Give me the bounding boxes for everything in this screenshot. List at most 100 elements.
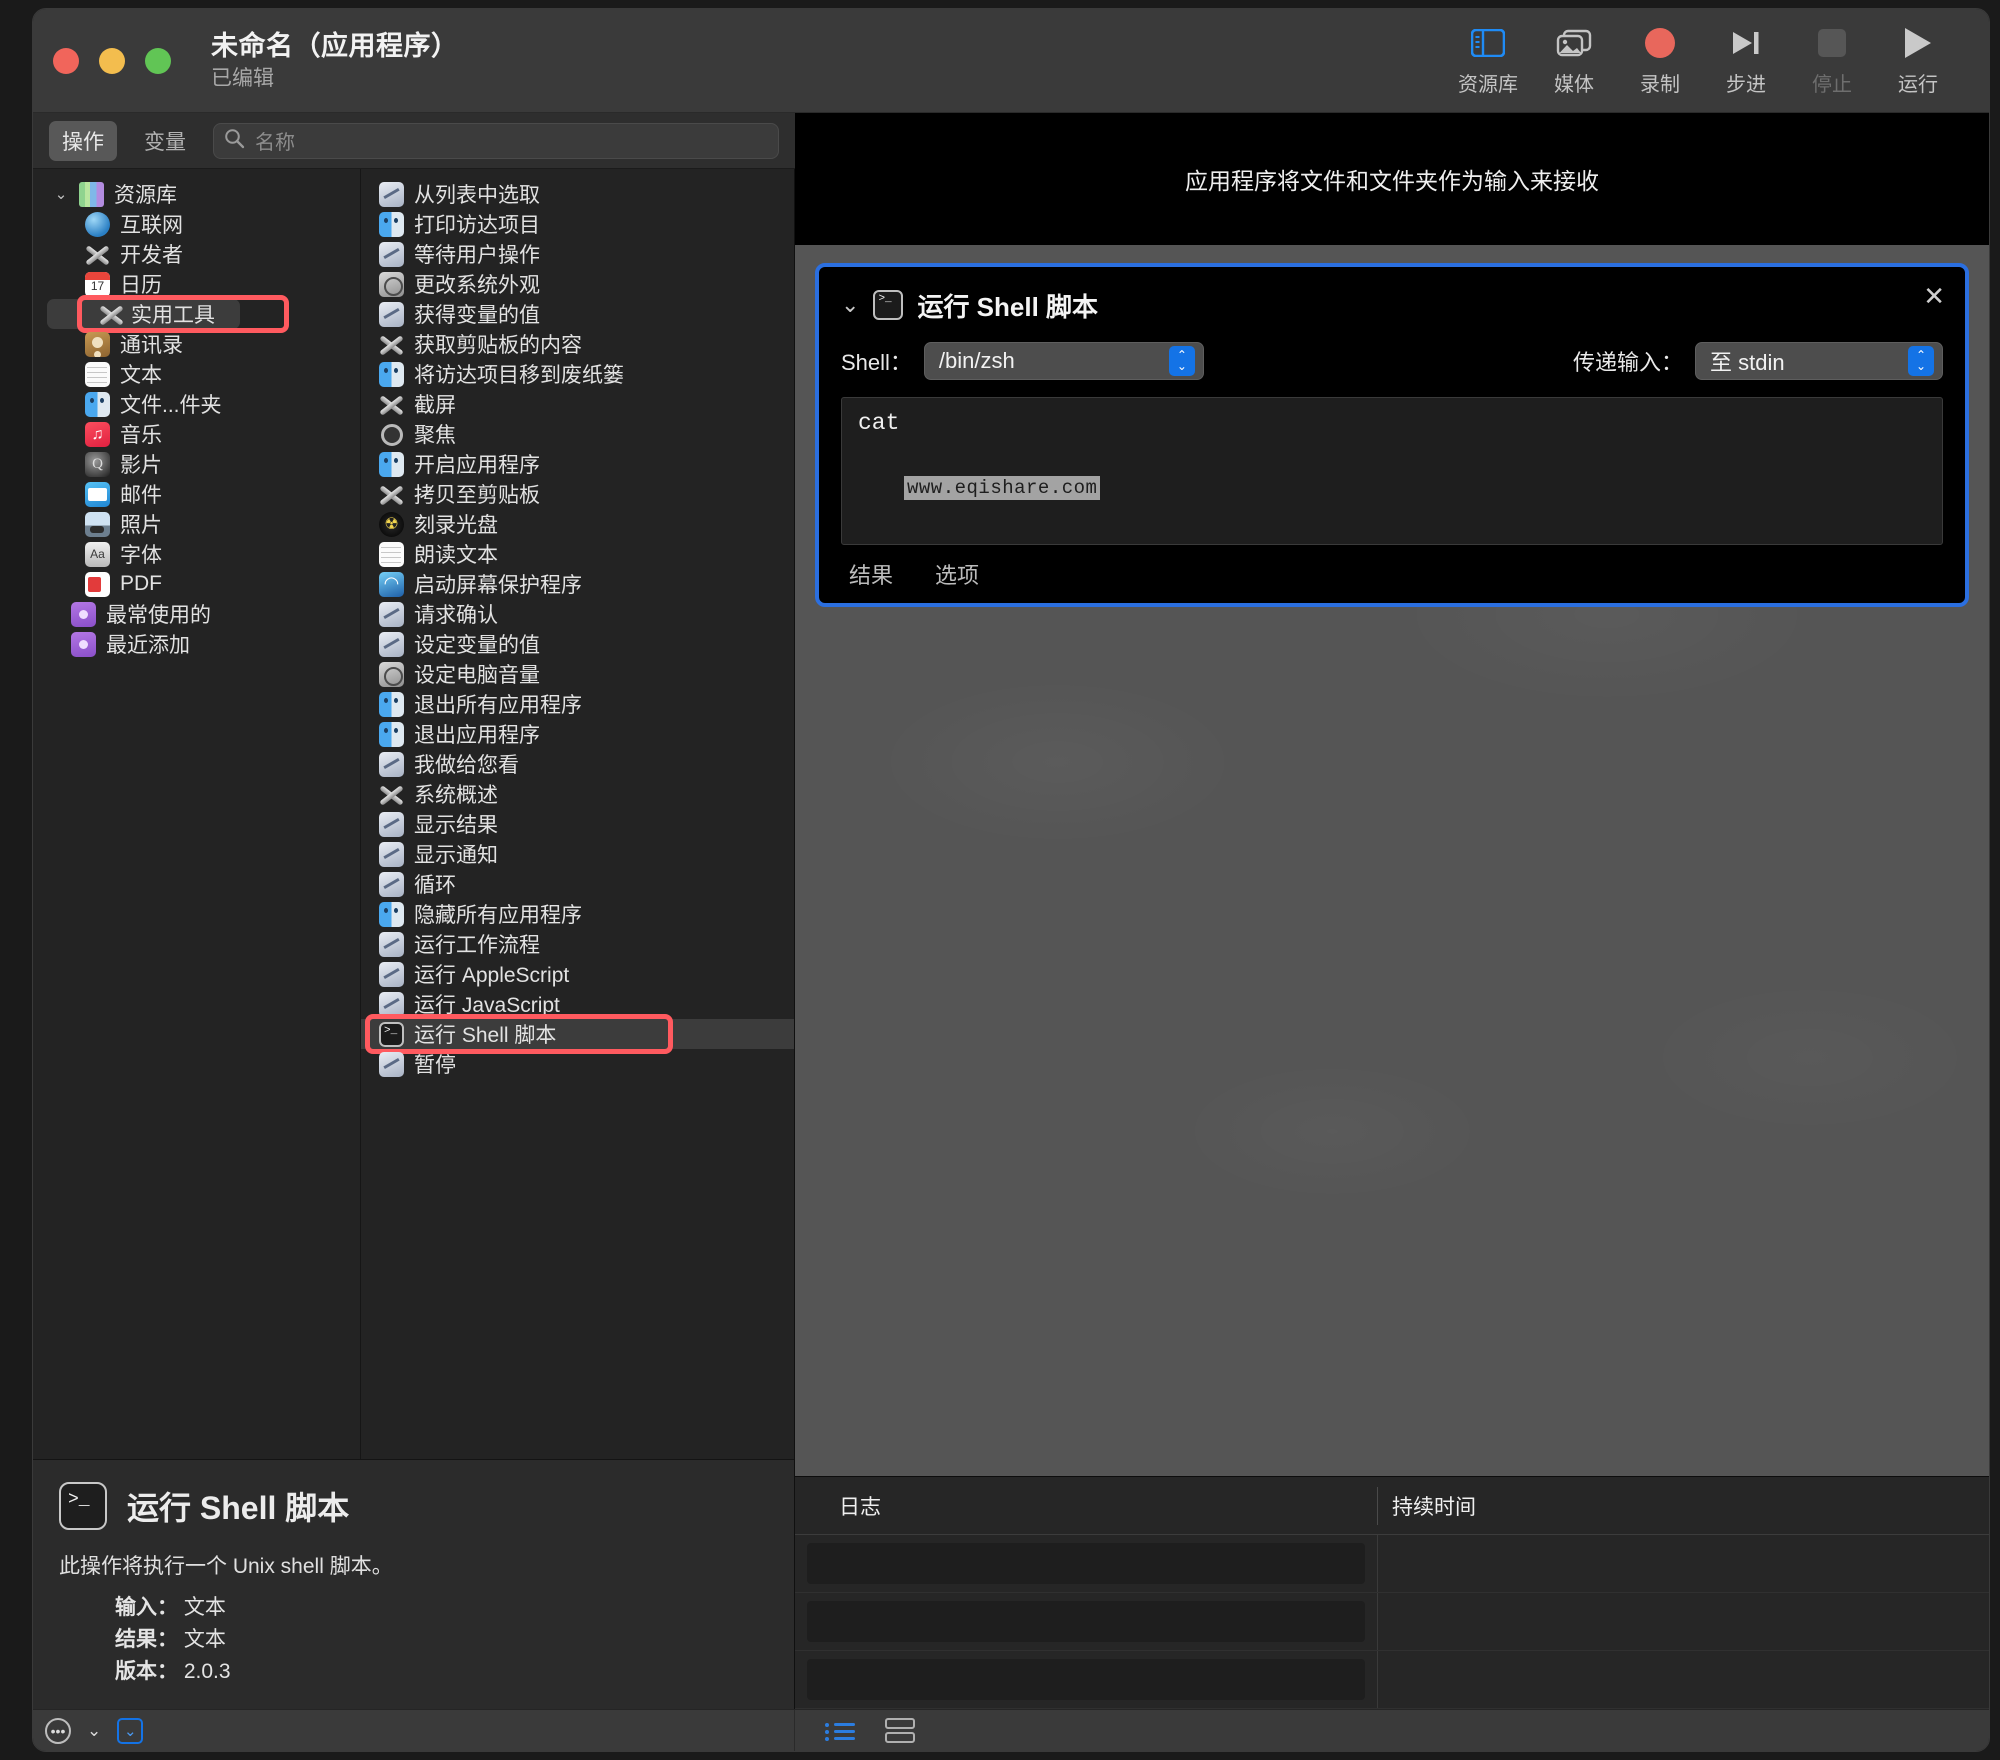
log-cell bbox=[807, 1601, 1365, 1642]
textedit-icon bbox=[85, 361, 110, 387]
list-item[interactable]: 暂停 bbox=[361, 1049, 794, 1079]
sidebar-item-text[interactable]: 文本 bbox=[33, 359, 360, 389]
sidebar-item-files-folders[interactable]: 文件...件夹 bbox=[33, 389, 360, 419]
split-view-icon[interactable] bbox=[885, 1717, 915, 1744]
list-item[interactable]: 隐藏所有应用程序 bbox=[361, 899, 794, 929]
tree-root-library[interactable]: ⌄ 资源库 bbox=[33, 179, 360, 209]
info-field-label: 结果： bbox=[115, 1628, 178, 1651]
library-toolbar-button[interactable]: 资源库 bbox=[1445, 24, 1531, 97]
chevron-down-icon[interactable]: ⌄ bbox=[87, 1721, 101, 1741]
sidebar-item-most-used[interactable]: 最常使用的 bbox=[33, 599, 360, 629]
record-toolbar-button[interactable]: 录制 bbox=[1617, 24, 1703, 97]
chevron-updown-icon[interactable]: ⌃ ⌄ bbox=[1908, 346, 1934, 376]
run-toolbar-button[interactable]: 运行 bbox=[1875, 24, 1961, 97]
automator-icon bbox=[379, 601, 404, 627]
list-item[interactable]: 运行 JavaScript bbox=[361, 989, 794, 1019]
music-icon bbox=[85, 421, 110, 447]
record-icon bbox=[1645, 24, 1675, 62]
tab-results[interactable]: 结果 bbox=[849, 558, 893, 590]
sidebar-item-contacts[interactable]: 通讯录 bbox=[33, 329, 360, 359]
tree-item-label: 资源库 bbox=[114, 184, 177, 207]
sidebar-item-pdf[interactable]: PDF bbox=[33, 569, 360, 599]
log-column-header[interactable]: 日志 bbox=[795, 1491, 1377, 1521]
action-card-run-shell-script[interactable]: ⌄ 运行 Shell 脚本 ✕ Shell： /bin/zsh ⌃⌄ 传递输入： bbox=[815, 263, 1969, 607]
action-card-tabs: 结果 选项 bbox=[841, 545, 1943, 603]
window-controls[interactable] bbox=[53, 47, 171, 74]
chevron-down-icon[interactable]: ⌄ bbox=[53, 185, 69, 203]
list-item[interactable]: 聚焦 bbox=[361, 419, 794, 449]
list-item[interactable]: 更改系统外观 bbox=[361, 269, 794, 299]
sidebar-item-mail[interactable]: 邮件 bbox=[33, 479, 360, 509]
library-panes: ⌄ 资源库 互联网 开发者 日历 bbox=[33, 169, 794, 1459]
search-input[interactable]: 名称 bbox=[213, 122, 779, 159]
library-tree: ⌄ 资源库 互联网 开发者 日历 bbox=[33, 169, 361, 1459]
list-item[interactable]: 刻录光盘 bbox=[361, 509, 794, 539]
list-item[interactable]: 请求确认 bbox=[361, 599, 794, 629]
list-item[interactable]: 显示通知 bbox=[361, 839, 794, 869]
list-item-run-shell-script[interactable]: 运行 Shell 脚本 bbox=[361, 1019, 794, 1049]
table-row[interactable] bbox=[795, 1535, 1989, 1593]
list-view-icon[interactable] bbox=[825, 1719, 855, 1743]
stop-toolbar-button[interactable]: 停止 bbox=[1789, 24, 1875, 97]
list-item[interactable]: 获取剪贴板的内容 bbox=[361, 329, 794, 359]
list-item[interactable]: 截屏 bbox=[361, 389, 794, 419]
sidebar-item-calendar[interactable]: 日历 bbox=[33, 269, 360, 299]
chevron-down-boxed-icon[interactable]: ⌄ bbox=[117, 1717, 144, 1744]
list-item[interactable]: 循环 bbox=[361, 869, 794, 899]
list-item[interactable]: 等待用户操作 bbox=[361, 239, 794, 269]
step-toolbar-button[interactable]: 步进 bbox=[1703, 24, 1789, 97]
list-item[interactable]: 获得变量的值 bbox=[361, 299, 794, 329]
tree-item-label: 音乐 bbox=[120, 424, 162, 447]
sidebar-item-recently-added[interactable]: 最近添加 bbox=[33, 629, 360, 659]
chevron-down-icon[interactable]: ⌄ bbox=[841, 292, 859, 318]
list-item[interactable]: 我做给您看 bbox=[361, 749, 794, 779]
list-item[interactable]: 显示结果 bbox=[361, 809, 794, 839]
list-item[interactable]: 运行工作流程 bbox=[361, 929, 794, 959]
close-button[interactable] bbox=[53, 47, 79, 74]
script-editor[interactable]: cat www.eqishare.com bbox=[841, 397, 1943, 545]
media-toolbar-button[interactable]: 媒体 bbox=[1531, 24, 1617, 97]
list-item[interactable]: 启动屏幕保护程序 bbox=[361, 569, 794, 599]
sidebar-item-developer[interactable]: 开发者 bbox=[33, 239, 360, 269]
automator-window: 未命名（应用程序） 已编辑 资源库 媒体 录制 步进 停止 运行 操作 变量 名… bbox=[32, 8, 1990, 1752]
list-item[interactable]: 退出应用程序 bbox=[361, 719, 794, 749]
zoom-button[interactable] bbox=[145, 47, 171, 74]
automator-icon bbox=[379, 301, 404, 327]
sidebar-item-photos[interactable]: 照片 bbox=[33, 509, 360, 539]
sidebar-item-movies[interactable]: 影片 bbox=[33, 449, 360, 479]
list-item[interactable]: 朗读文本 bbox=[361, 539, 794, 569]
workflow-canvas[interactable]: ⌄ 运行 Shell 脚本 ✕ Shell： /bin/zsh ⌃⌄ 传递输入： bbox=[795, 245, 1989, 1476]
tab-actions[interactable]: 操作 bbox=[49, 120, 117, 161]
sidebar-item-internet[interactable]: 互联网 bbox=[33, 209, 360, 239]
list-item[interactable]: 开启应用程序 bbox=[361, 449, 794, 479]
sidebar-item-utilities[interactable]: 实用工具 bbox=[47, 299, 240, 329]
sidebar-item-music[interactable]: 音乐 bbox=[33, 419, 360, 449]
close-icon[interactable]: ✕ bbox=[1923, 283, 1945, 309]
sidebar-item-fonts[interactable]: 字体 bbox=[33, 539, 360, 569]
table-row[interactable] bbox=[795, 1651, 1989, 1709]
minimize-button[interactable] bbox=[99, 47, 125, 74]
list-item[interactable]: 设定变量的值 bbox=[361, 629, 794, 659]
log-rows bbox=[795, 1535, 1989, 1709]
list-item[interactable]: 拷贝至剪贴板 bbox=[361, 479, 794, 509]
action-label: 退出所有应用程序 bbox=[414, 694, 582, 717]
list-item[interactable]: 设定电脑音量 bbox=[361, 659, 794, 689]
list-item[interactable]: 退出所有应用程序 bbox=[361, 689, 794, 719]
log-panel: 日志 持续时间 bbox=[795, 1476, 1989, 1709]
ellipsis-icon[interactable]: ••• bbox=[45, 1717, 71, 1744]
chevron-updown-icon[interactable]: ⌃ ⌄ bbox=[1168, 346, 1195, 376]
table-row[interactable] bbox=[795, 1593, 1989, 1651]
list-item[interactable]: 从列表中选取 bbox=[361, 179, 794, 209]
shell-select[interactable]: /bin/zsh ⌃ ⌄ bbox=[923, 342, 1204, 380]
info-field-result: 结果： 文本 bbox=[115, 1624, 768, 1656]
tab-options[interactable]: 选项 bbox=[935, 558, 979, 590]
duration-column-header[interactable]: 持续时间 bbox=[1377, 1486, 1989, 1525]
list-item[interactable]: 运行 AppleScript bbox=[361, 959, 794, 989]
calendar-icon bbox=[85, 271, 110, 297]
tab-variables[interactable]: 变量 bbox=[131, 121, 199, 161]
pass-input-select[interactable]: 至 stdin ⌃ ⌄ bbox=[1695, 342, 1943, 380]
list-item[interactable]: 将访达项目移到废纸篓 bbox=[361, 359, 794, 389]
duration-cell bbox=[1377, 1535, 1989, 1592]
list-item[interactable]: 打印访达项目 bbox=[361, 209, 794, 239]
list-item[interactable]: 系统概述 bbox=[361, 779, 794, 809]
